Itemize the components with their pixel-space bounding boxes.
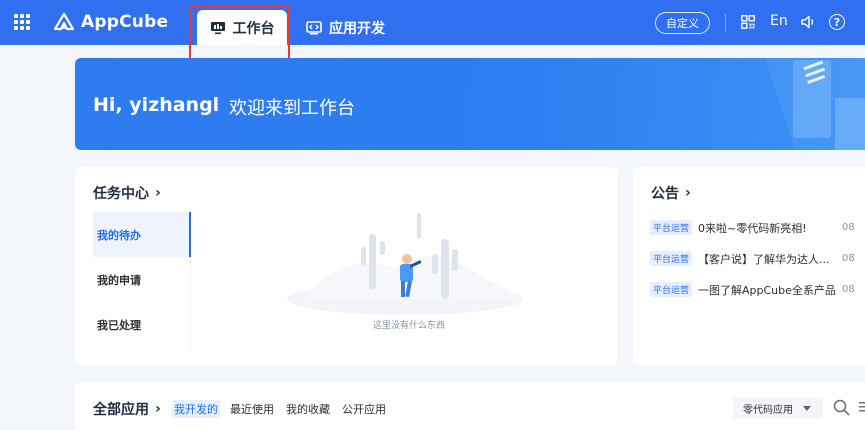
top-bar: AppCube 工作台 应用开发 自定义 En ? bbox=[0, 0, 865, 45]
notice-date: 08 bbox=[842, 253, 855, 264]
notice-badge: 平台运营 bbox=[650, 282, 693, 297]
apps-grid-icon[interactable] bbox=[14, 14, 30, 30]
tab-recently-used[interactable]: 最近使用 bbox=[228, 400, 276, 418]
task-center-panel: 任务中心 › 我的待办 我的申请 我已处理 这里没有什么东西 bbox=[75, 167, 617, 366]
monitor-icon bbox=[210, 21, 225, 34]
notice-item[interactable]: 平台运营 【客户说】了解华为达人... 08 bbox=[650, 243, 865, 274]
task-menu: 我的待办 我的申请 我已处理 bbox=[93, 212, 191, 350]
brand[interactable]: AppCube bbox=[53, 12, 168, 32]
notice-text: 0来啦~零代码新亮相! bbox=[698, 221, 807, 235]
app-type-select-value: 零代码应用 bbox=[743, 404, 793, 416]
tab-workbench-label: 工作台 bbox=[232, 20, 275, 37]
task-center-title-text: 任务中心 bbox=[93, 186, 149, 202]
task-menu-my-requests[interactable]: 我的申请 bbox=[93, 257, 190, 302]
notice-text: 【客户说】了解华为达人... bbox=[698, 252, 830, 266]
notice-badge: 平台运营 bbox=[650, 220, 693, 235]
all-apps-tabs: 我开发的 最近使用 我的收藏 公开应用 bbox=[172, 400, 388, 418]
caret-down-icon bbox=[803, 405, 811, 411]
app-type-select[interactable]: 零代码应用 bbox=[733, 397, 823, 419]
notice-title[interactable]: 公告 › bbox=[651, 183, 691, 203]
banner-decoration-icon bbox=[765, 58, 865, 150]
notice-date: 08 bbox=[842, 222, 855, 233]
chevron-right-icon: › bbox=[685, 185, 691, 201]
sound-icon[interactable] bbox=[800, 14, 816, 30]
tab-workbench[interactable]: 工作台 bbox=[197, 10, 287, 45]
chevron-right-icon: › bbox=[155, 185, 161, 201]
task-menu-todo[interactable]: 我的待办 bbox=[93, 212, 191, 257]
tab-my-favorites[interactable]: 我的收藏 bbox=[284, 400, 332, 418]
customize-button[interactable]: 自定义 bbox=[655, 12, 710, 34]
notice-title-text: 公告 bbox=[651, 186, 679, 202]
all-apps-title[interactable]: 全部应用 › bbox=[93, 399, 161, 419]
empty-state-text: 这里没有什么东西 bbox=[373, 321, 446, 331]
qr-code-icon[interactable] bbox=[741, 15, 755, 29]
banner-greeting: Hi, yizhangl bbox=[93, 94, 220, 116]
notice-item[interactable]: 平台运营 一图了解AppCube全系产品 08 bbox=[650, 274, 865, 305]
code-window-icon bbox=[306, 20, 322, 34]
banner-welcome: 欢迎来到工作台 bbox=[229, 98, 355, 119]
notice-panel: 公告 › 平台运营 0来啦~零代码新亮相! 08 平台运营 【客户说】了解华为达… bbox=[633, 167, 865, 366]
notice-item[interactable]: 平台运营 0来啦~零代码新亮相! 08 bbox=[650, 212, 865, 243]
welcome-banner: Hi, yizhangl 欢迎来到工作台 bbox=[75, 58, 865, 150]
empty-state-illustration bbox=[287, 213, 523, 315]
task-menu-processed[interactable]: 我已处理 bbox=[93, 302, 190, 347]
tab-my-developed[interactable]: 我开发的 bbox=[172, 400, 220, 418]
tab-app-development-label: 应用开发 bbox=[329, 20, 385, 37]
all-apps-title-text: 全部应用 bbox=[93, 402, 149, 418]
all-apps-panel: 全部应用 › 我开发的 最近使用 我的收藏 公开应用 零代码应用 bbox=[75, 382, 865, 430]
tab-app-development[interactable]: 应用开发 bbox=[306, 10, 385, 45]
brand-name: AppCube bbox=[81, 12, 169, 32]
notice-list: 平台运营 0来啦~零代码新亮相! 08 平台运营 【客户说】了解华为达人... … bbox=[650, 212, 865, 305]
tab-public-apps[interactable]: 公开应用 bbox=[340, 400, 388, 418]
notice-badge: 平台运营 bbox=[650, 251, 693, 266]
chevron-right-icon: › bbox=[155, 401, 161, 417]
list-icon[interactable] bbox=[859, 401, 865, 413]
appcube-logo-icon bbox=[53, 12, 75, 31]
notice-text: 一图了解AppCube全系产品 bbox=[698, 283, 836, 297]
notice-date: 08 bbox=[842, 284, 855, 295]
help-icon[interactable]: ? bbox=[829, 14, 845, 30]
topbar-divider bbox=[725, 14, 726, 32]
search-icon[interactable] bbox=[833, 399, 850, 416]
task-center-title[interactable]: 任务中心 › bbox=[93, 183, 161, 203]
language-switch[interactable]: En bbox=[770, 13, 788, 29]
